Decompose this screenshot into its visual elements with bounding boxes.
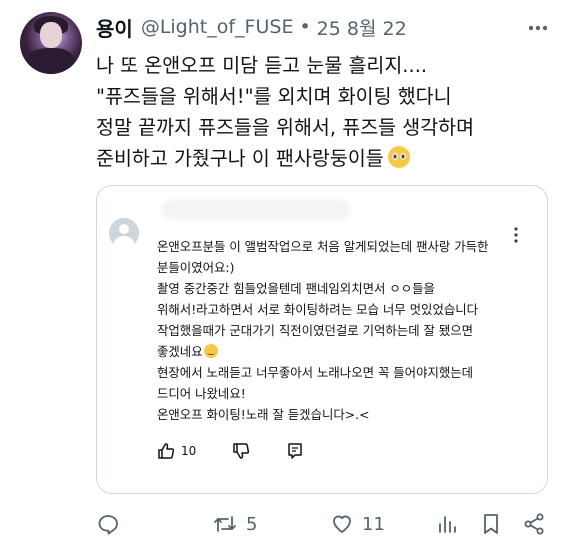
comment-like-count: 10 (181, 444, 197, 458)
tweet-line: "퓨즈들을 위해서!"를 외치며 화이팅 했다니 (96, 85, 452, 108)
author-handle[interactable]: @Light_of_FUSE (141, 16, 294, 38)
smiling-face-emoji-icon (203, 344, 218, 358)
author-name[interactable]: 용이 (96, 13, 133, 42)
comment-line: 온앤오프분들 이 앨범작업으로 처음 알게되었는데 팬사랑 가득한 (157, 239, 489, 254)
comment-like-button[interactable]: 10 (157, 442, 196, 460)
tweet-line: 준비하고 가줬구나 이 팬사랑둥이들 (96, 147, 384, 170)
views-chart-icon (439, 516, 456, 533)
comment-line: 작업했을때가 군대가기 직전이였던걸로 기억하는데 잘 됐으면 (157, 323, 474, 338)
reply-icon (98, 515, 118, 535)
reply-comment-icon (288, 443, 303, 459)
comment-text: 온앤오프분들 이 앨범작업으로 처음 알게되었는데 팬사랑 가득한 분들이였어요… (157, 236, 529, 425)
tweet-header: 용이 @Light_of_FUSE • 25 8월 22 (96, 13, 407, 42)
avatar-head-shape (119, 224, 129, 234)
avatar-body-shape (114, 236, 134, 248)
comment-actions: 10 (157, 440, 340, 462)
tweet-text: 나 또 온앤오프 미담 듣고 눈물 흘리지.... "퓨즈들을 위해서!"를 외… (96, 50, 556, 174)
author-avatar[interactable] (20, 12, 82, 74)
bookmark-button[interactable] (480, 511, 502, 537)
comment-line: 드디어 나왔네요! (157, 386, 246, 401)
retweet-icon (214, 516, 236, 532)
comment-line: 좋겠네요 (157, 344, 203, 359)
comment-line: 위해서!라고하면서 서로 화이팅하려는 모습 너무 멋있었습니다 (157, 302, 479, 317)
blurred-username (161, 200, 351, 220)
comment-line: 분들이였어요:) (157, 260, 235, 275)
default-avatar-icon (109, 218, 139, 248)
tweet-line: 정말 끝까지 퓨즈들을 위해서, 퓨즈들 생각하며 (96, 116, 475, 139)
views-button[interactable] (436, 511, 458, 537)
comment-line: 현장에서 노래듣고 너무좋아서 노래나오면 꼭 들어야지했는데 (157, 365, 474, 380)
tweet-line: 나 또 온앤오프 미담 듣고 눈물 흘리지.... (96, 54, 428, 77)
quoted-comment-card[interactable]: 온앤오프분들 이 앨범작업으로 처음 알게되었는데 팬사랑 가득한 분들이였어요… (96, 185, 548, 494)
more-options-icon[interactable] (526, 18, 550, 38)
comment-line-with-emoji: 좋겠네요 (157, 341, 529, 362)
share-button[interactable] (522, 511, 546, 537)
share-icon (524, 513, 544, 535)
bookmark-icon (484, 514, 498, 534)
thumbs-down-icon (233, 443, 250, 459)
comment-dislike-button[interactable] (232, 442, 250, 460)
avatar-body (28, 48, 74, 74)
reply-button[interactable] (96, 511, 120, 537)
like-count: 11 (362, 513, 385, 535)
like-button[interactable]: 11 (330, 511, 385, 537)
separator-dot: • (299, 16, 311, 38)
retweet-count: 5 (246, 513, 258, 535)
retweet-button[interactable]: 5 (212, 511, 257, 537)
thumbs-up-icon (158, 443, 175, 459)
pleading-face-emoji-icon (387, 146, 410, 168)
tweet-line-last: 준비하고 가줬구나 이 팬사랑둥이들 (96, 143, 556, 174)
comment-line: 촬영 중간중간 힘들었을텐데 팬네임외치면서 ㅇㅇ들을 (157, 281, 435, 296)
comment-reply-button[interactable] (286, 442, 304, 460)
avatar-face (40, 22, 62, 48)
heart-icon (333, 515, 351, 533)
comment-line: 온앤오프 화이팅!노래 잘 듣겠습니다>.< (157, 407, 370, 422)
tweet-date[interactable]: 25 8월 22 (317, 14, 407, 41)
